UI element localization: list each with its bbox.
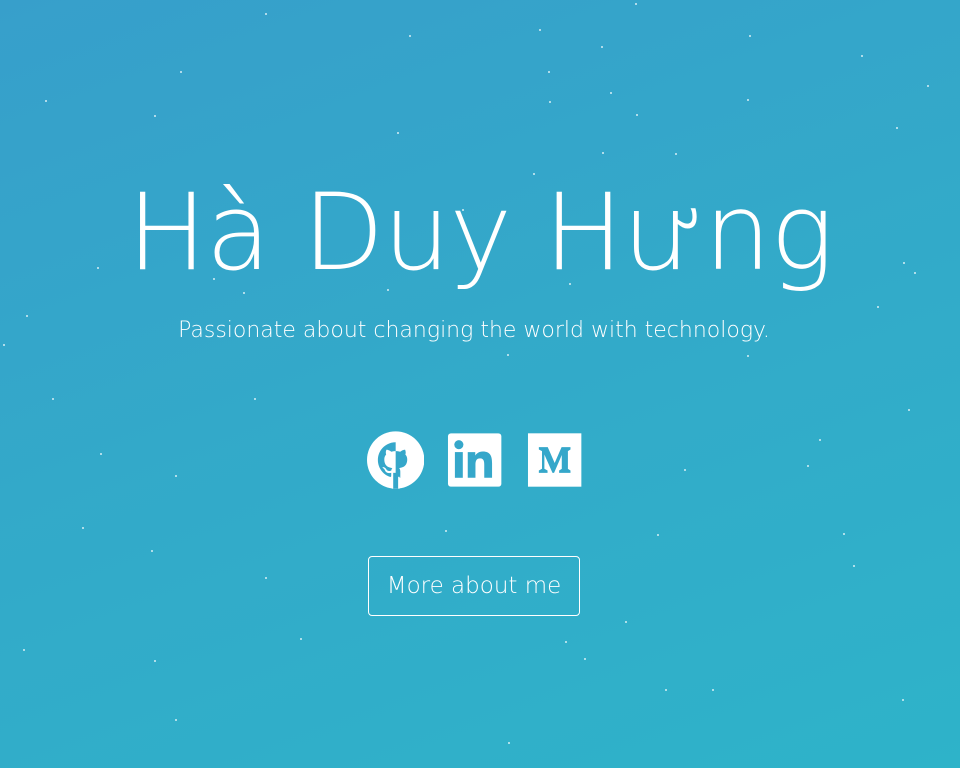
medium-link[interactable] [526, 431, 583, 489]
linkedin-icon [448, 433, 502, 487]
linkedin-link[interactable] [446, 431, 503, 489]
more-about-me-button[interactable]: More about me [368, 556, 580, 616]
hero-name: Hà Duy Hưng [127, 171, 834, 294]
hero-content: Hà Duy Hưng Passionate about changing th… [0, 0, 960, 768]
hero-section: Hà Duy Hưng Passionate about changing th… [0, 0, 960, 768]
hero-tagline: Passionate about changing the world with… [178, 318, 770, 343]
social-links [367, 430, 583, 490]
github-icon [367, 431, 425, 489]
github-link[interactable] [367, 431, 425, 489]
medium-icon [527, 433, 582, 487]
